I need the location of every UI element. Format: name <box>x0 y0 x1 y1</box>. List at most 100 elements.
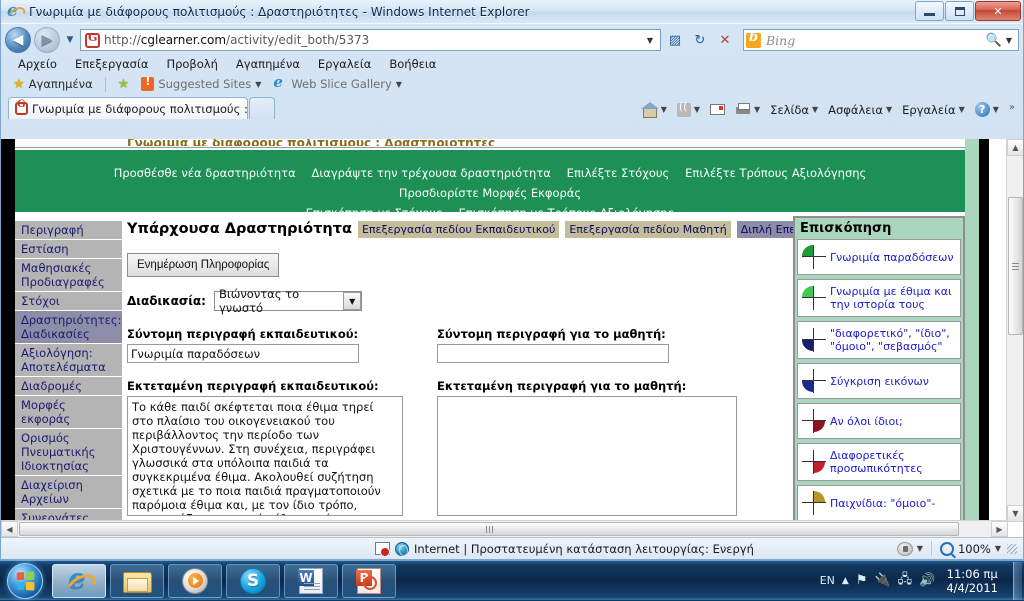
tab-edit-student-field[interactable]: Επεξεργασία πεδίου Μαθητή <box>565 221 730 238</box>
overview-item[interactable]: Σύγκριση εικόνων <box>797 363 961 399</box>
taskbar-item-microsoft-powerpoint[interactable] <box>342 564 396 598</box>
nav-overview-goals[interactable]: Επισκόπηση με Στόχους <box>306 206 443 220</box>
sidebar-item-activities-processes[interactable]: Δραστηριότητες: Διαδικασίες <box>15 311 122 344</box>
power-plug-icon[interactable]: 🔌 <box>874 573 890 588</box>
privacy-lock-icon[interactable] <box>897 542 913 556</box>
sidebar-item-intellectual-property[interactable]: Ορισμός Πνευματικής Ιδιοκτησίας <box>15 429 122 476</box>
minimize-button[interactable] <box>915 1 944 21</box>
web-slice-gallery-button[interactable]: Web Slice Gallery ▼ <box>268 76 407 92</box>
nav-define-expression-forms[interactable]: Προσδιορίστε Μορφές Εκφοράς <box>399 186 581 200</box>
overview-item[interactable]: Παιχνίδια: "όμοιο"- <box>797 485 961 521</box>
sidebar-item-paths[interactable]: Διαδρομές <box>15 377 122 396</box>
resize-grip[interactable] <box>1007 544 1017 554</box>
chevron-down-icon[interactable]: ▼ <box>396 80 402 89</box>
taskbar-item-skype[interactable]: S <box>226 564 280 598</box>
short-student-input[interactable] <box>437 344 669 363</box>
overview-item[interactable]: Αν όλοι ίδιοι; <box>797 403 961 439</box>
scroll-left-button[interactable]: ◀ <box>1 521 18 537</box>
stop-button[interactable]: ✕ <box>714 29 736 51</box>
favorites-button[interactable]: ★ Αγαπημένα <box>8 76 98 93</box>
start-button[interactable] <box>2 562 48 600</box>
nav-select-goals[interactable]: Επιλέξτε Στόχους <box>567 166 670 180</box>
add-to-favorites-bar-button[interactable]: ★ <box>113 76 135 93</box>
scroll-right-button[interactable]: ▶ <box>991 521 1008 537</box>
command-overflow-button[interactable]: » <box>1005 100 1019 115</box>
chevron-down-icon[interactable]: ▼ <box>959 105 965 114</box>
compatibility-view-button[interactable]: ▨ <box>664 29 686 51</box>
new-tab-button[interactable] <box>249 97 275 119</box>
show-hidden-icons-button[interactable]: ▲ <box>842 576 849 586</box>
volume-icon[interactable]: 🔊 <box>919 573 935 588</box>
back-button[interactable]: ◀ <box>5 27 31 53</box>
zoom-icon[interactable] <box>940 542 954 556</box>
sidebar-item-expression-forms[interactable]: Μορφές εκφοράς <box>15 396 122 429</box>
tools-menu-button[interactable]: Εργαλεία▼ <box>898 101 969 119</box>
overview-item[interactable]: Διαφορετικές προσωπικότητες <box>797 443 961 481</box>
address-dropdown-icon[interactable]: ▼ <box>642 36 658 45</box>
long-teacher-textarea[interactable] <box>127 396 403 516</box>
search-input[interactable]: Bing 🔍 ▼ <box>743 29 1019 51</box>
sidebar-item-description[interactable]: Περιγραφή <box>15 221 122 240</box>
menu-item-edit[interactable]: Επεξεργασία <box>66 56 157 72</box>
process-select[interactable]: Βιώνοντας το γνωστό ▼ <box>214 291 362 311</box>
search-provider-chevron-icon[interactable]: ▼ <box>1002 36 1016 45</box>
taskbar-item-windows-explorer[interactable] <box>110 564 164 598</box>
nav-select-assessment[interactable]: Επιλέξτε Τρόπους Αξιολόγησης <box>685 166 866 180</box>
taskbar-item-internet-explorer[interactable] <box>52 564 106 598</box>
chevron-down-icon[interactable]: ▼ <box>812 105 818 114</box>
address-input[interactable]: http://cglearner.com/activity/edit_both/… <box>80 29 661 51</box>
vertical-scroll-thumb[interactable] <box>1008 197 1023 335</box>
print-button[interactable]: ▼ <box>731 101 764 118</box>
sidebar-item-goals[interactable]: Στόχοι <box>15 292 122 311</box>
show-desktop-button[interactable] <box>1013 562 1022 600</box>
sidebar-item-assessment-results[interactable]: Αξιολόγηση: Αποτελέσματα <box>15 344 122 377</box>
close-button[interactable]: ✕ <box>975 1 1021 21</box>
tab-active[interactable]: Γνωριμία με διάφορους πολιτισμούς : Δρασ… <box>8 97 248 119</box>
menu-item-view[interactable]: Προβολή <box>157 56 226 72</box>
nav-overview-assessment[interactable]: Επισκόπηση με Τρόπους Αξιολόγησης <box>459 206 675 220</box>
search-icon[interactable]: 🔍 <box>986 33 1002 48</box>
sidebar-item-learning-specs[interactable]: Μαθησιακές Προδιαγραφές <box>15 259 122 292</box>
chevron-down-icon[interactable]: ▼ <box>917 544 923 553</box>
horizontal-scrollbar[interactable]: ◀ ▶ <box>1 520 1008 537</box>
read-mail-button[interactable] <box>706 102 729 117</box>
scroll-down-button[interactable]: ▼ <box>1007 505 1024 522</box>
chevron-down-icon[interactable]: ▼ <box>993 105 999 114</box>
maximize-button[interactable] <box>945 1 974 21</box>
sidebar-item-file-management[interactable]: Διαχείριση Αρχείων <box>15 476 122 509</box>
taskbar-item-windows-media-player[interactable] <box>168 564 222 598</box>
refresh-button[interactable]: ↻ <box>689 29 711 51</box>
chevron-down-icon[interactable]: ▼ <box>886 105 892 114</box>
sidebar-item-focus[interactable]: Εστίαση <box>15 240 122 259</box>
overview-item[interactable]: Γνωριμία παραδόσεων <box>797 239 961 275</box>
recent-pages-chevron-icon[interactable]: ▼ <box>63 35 77 45</box>
action-center-flag-icon[interactable]: ⚑ <box>856 573 868 588</box>
scroll-up-button[interactable]: ▲ <box>1007 139 1024 156</box>
horizontal-scroll-thumb[interactable] <box>19 522 959 536</box>
nav-add-activity[interactable]: Προσθέσθε νέα δραστηριότητα <box>114 166 296 180</box>
network-icon[interactable]: 🖧 <box>898 570 913 592</box>
chevron-down-icon[interactable]: ▼ <box>255 80 261 89</box>
clock[interactable]: 11:06 πμ 4/4/2011 <box>942 567 1004 595</box>
long-student-textarea[interactable] <box>437 396 737 516</box>
suggested-sites-button[interactable]: Suggested Sites ▼ <box>136 76 266 92</box>
chevron-down-icon[interactable]: ▼ <box>995 544 1001 553</box>
overview-item[interactable]: Γνωριμία με έθιμα και την ιστορία τους <box>797 279 961 317</box>
chevron-down-icon[interactable]: ▼ <box>343 292 361 310</box>
help-menu-button[interactable]: ?▼ <box>971 100 1003 119</box>
menu-item-favorites[interactable]: Αγαπημένα <box>227 56 309 72</box>
forward-button[interactable]: ▶ <box>34 27 60 53</box>
page-menu-button[interactable]: Σελίδα▼ <box>766 101 822 119</box>
menu-item-file[interactable]: Αρχείο <box>9 56 66 72</box>
update-info-button[interactable]: Ενημέρωση Πληροφορίας <box>127 253 279 277</box>
home-button[interactable]: ▼ <box>638 101 671 119</box>
chevron-down-icon[interactable]: ▼ <box>754 105 760 114</box>
feeds-button[interactable]: ▼ <box>673 101 704 119</box>
chevron-down-icon[interactable]: ▼ <box>661 105 667 114</box>
menu-item-tools[interactable]: Εργαλεία <box>309 56 380 72</box>
taskbar-item-microsoft-word[interactable] <box>284 564 338 598</box>
overview-item[interactable]: "διαφορετικό", "ίδιο", "όμοιο", "σεβασμό… <box>797 321 961 359</box>
chevron-down-icon[interactable]: ▼ <box>694 105 700 114</box>
language-indicator[interactable]: EN <box>820 574 835 587</box>
nav-delete-activity[interactable]: Διαγράψτε την τρέχουσα δραστηριότητα <box>311 166 550 180</box>
